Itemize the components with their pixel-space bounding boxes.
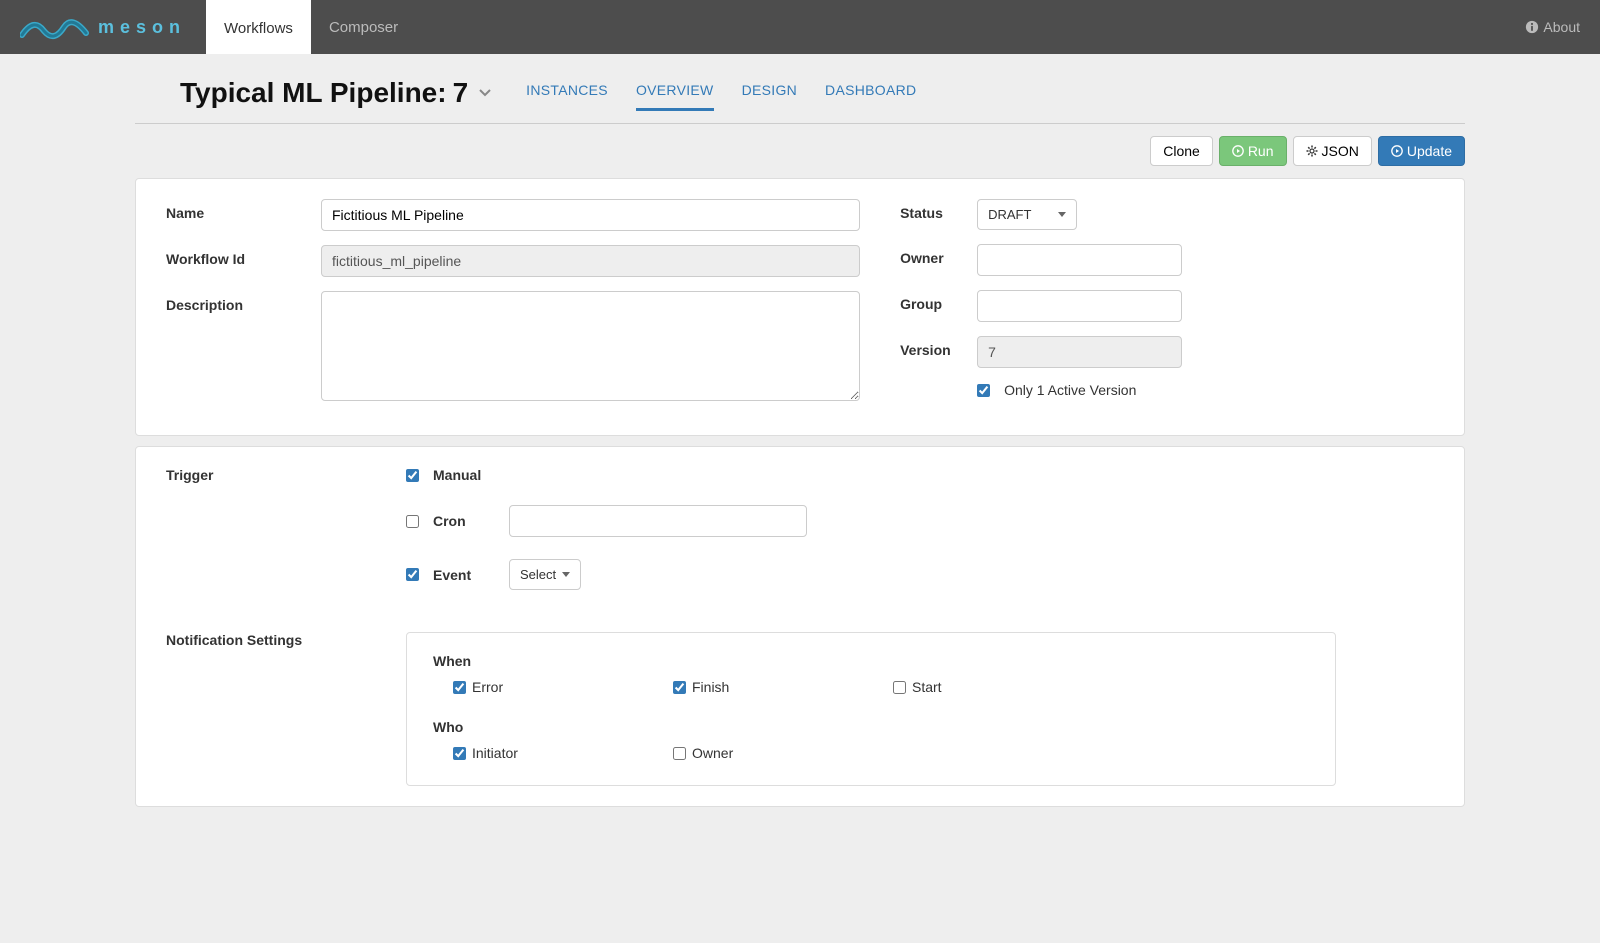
version-input bbox=[977, 336, 1182, 368]
when-error-label: Error bbox=[472, 679, 503, 695]
subtabs: INSTANCES OVERVIEW DESIGN DASHBOARD bbox=[526, 74, 916, 111]
logo-mark bbox=[20, 13, 90, 41]
gear-icon bbox=[1306, 145, 1318, 157]
brand-logo[interactable]: MESON bbox=[20, 13, 186, 41]
info-icon bbox=[1525, 20, 1539, 34]
group-label: Group bbox=[900, 290, 977, 312]
name-label: Name bbox=[166, 199, 321, 221]
trigger-cron-checkbox[interactable] bbox=[406, 515, 419, 528]
trigger-section-label: Trigger bbox=[166, 467, 406, 483]
chevron-down-icon bbox=[478, 88, 492, 98]
cron-input[interactable] bbox=[509, 505, 807, 537]
update-button[interactable]: Update bbox=[1378, 136, 1465, 166]
event-select-value: Select bbox=[520, 567, 556, 582]
json-button[interactable]: JSON bbox=[1293, 136, 1372, 166]
owner-label: Owner bbox=[900, 244, 977, 266]
title-dropdown-icon[interactable] bbox=[478, 88, 492, 98]
top-nav: MESON Workflows Composer About bbox=[0, 0, 1600, 54]
status-label: Status bbox=[900, 199, 977, 221]
page-header: Typical ML Pipeline: 7 INSTANCES OVERVIE… bbox=[135, 54, 1465, 124]
nav-workflows[interactable]: Workflows bbox=[206, 0, 311, 54]
tab-design[interactable]: DESIGN bbox=[742, 74, 797, 111]
notification-section-label: Notification Settings bbox=[166, 632, 406, 648]
page-title: Typical ML Pipeline: 7 bbox=[180, 77, 492, 109]
trigger-manual-label: Manual bbox=[433, 467, 495, 483]
tab-dashboard[interactable]: DASHBOARD bbox=[825, 74, 916, 111]
event-select[interactable]: Select bbox=[509, 559, 581, 590]
nav-composer[interactable]: Composer bbox=[311, 0, 416, 54]
name-input[interactable] bbox=[321, 199, 860, 231]
tab-instances[interactable]: INSTANCES bbox=[526, 74, 608, 111]
title-prefix: Typical ML Pipeline: bbox=[180, 77, 447, 109]
trigger-panel: Trigger Manual Cron Event Select bbox=[135, 446, 1465, 807]
play-icon bbox=[1232, 145, 1244, 157]
status-value: DRAFT bbox=[988, 207, 1031, 222]
action-buttons: Clone Run JSON Update bbox=[135, 124, 1465, 178]
caret-down-icon bbox=[562, 572, 570, 577]
who-heading: Who bbox=[433, 719, 1309, 735]
when-error-checkbox[interactable] bbox=[453, 681, 466, 694]
when-finish-label: Finish bbox=[692, 679, 729, 695]
title-version: 7 bbox=[453, 77, 469, 109]
who-initiator-checkbox[interactable] bbox=[453, 747, 466, 760]
run-button[interactable]: Run bbox=[1219, 136, 1287, 166]
update-icon bbox=[1391, 145, 1403, 157]
only-active-checkbox[interactable] bbox=[977, 384, 990, 397]
description-label: Description bbox=[166, 291, 321, 313]
who-owner-label: Owner bbox=[692, 745, 733, 761]
trigger-cron-label: Cron bbox=[433, 513, 495, 529]
workflow-id-label: Workflow Id bbox=[166, 245, 321, 267]
when-heading: When bbox=[433, 653, 1309, 669]
when-start-checkbox[interactable] bbox=[893, 681, 906, 694]
update-label: Update bbox=[1407, 143, 1452, 159]
who-owner-checkbox[interactable] bbox=[673, 747, 686, 760]
who-initiator-label: Initiator bbox=[472, 745, 518, 761]
description-textarea[interactable] bbox=[321, 291, 860, 401]
trigger-event-label: Event bbox=[433, 567, 495, 583]
caret-down-icon bbox=[1058, 212, 1066, 217]
tab-overview[interactable]: OVERVIEW bbox=[636, 74, 714, 111]
nav-items: Workflows Composer bbox=[206, 0, 416, 54]
group-input[interactable] bbox=[977, 290, 1182, 322]
owner-input[interactable] bbox=[977, 244, 1182, 276]
brand-text: MESON bbox=[98, 17, 186, 38]
json-label: JSON bbox=[1322, 143, 1359, 159]
nav-about[interactable]: About bbox=[1525, 19, 1580, 35]
when-finish-checkbox[interactable] bbox=[673, 681, 686, 694]
about-label: About bbox=[1543, 19, 1580, 35]
trigger-event-checkbox[interactable] bbox=[406, 568, 419, 581]
when-start-label: Start bbox=[912, 679, 942, 695]
workflow-id-input bbox=[321, 245, 860, 277]
notification-box: When Error Finish Start Who Initiator Ow… bbox=[406, 632, 1336, 786]
clone-button[interactable]: Clone bbox=[1150, 136, 1213, 166]
trigger-manual-checkbox[interactable] bbox=[406, 469, 419, 482]
details-panel: Name Workflow Id Description Status DRAF… bbox=[135, 178, 1465, 436]
only-active-label: Only 1 Active Version bbox=[1004, 382, 1136, 398]
version-label: Version bbox=[900, 336, 977, 358]
status-select[interactable]: DRAFT bbox=[977, 199, 1077, 230]
run-label: Run bbox=[1248, 143, 1274, 159]
